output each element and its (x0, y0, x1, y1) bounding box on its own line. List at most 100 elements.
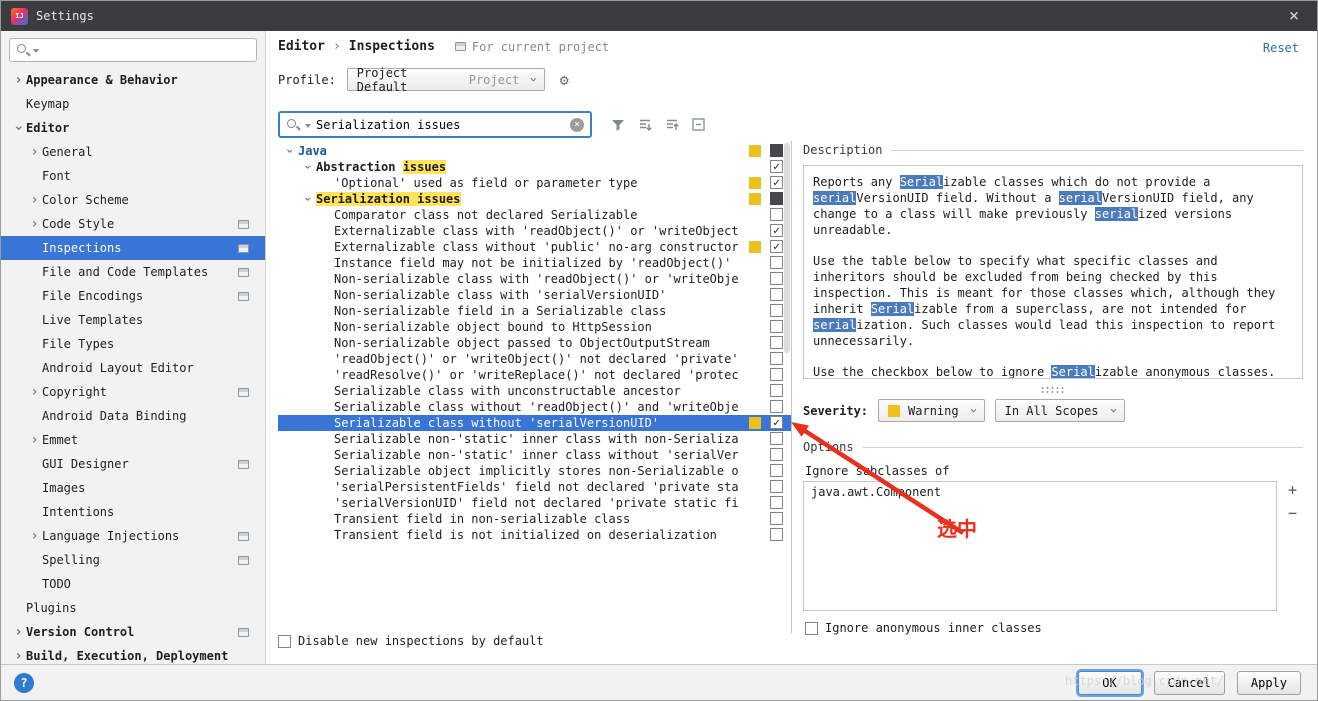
sidebar-item-file-and-code-templates[interactable]: File and Code Templates (1, 260, 265, 284)
inspection-row[interactable]: Non-serializable class with 'serialVersi… (278, 287, 791, 303)
close-icon[interactable]: × (1271, 1, 1317, 31)
sidebar-item-appearance-behavior[interactable]: ›Appearance & Behavior (1, 68, 265, 92)
chevron-right-icon[interactable]: › (27, 145, 42, 159)
inspection-checkbox[interactable] (770, 320, 783, 333)
inspection-row[interactable]: Transient field is not initialized on de… (278, 527, 791, 543)
add-class-button[interactable]: + (1284, 481, 1301, 498)
inspection-row[interactable]: Serializable class without 'serialVersio… (278, 415, 791, 431)
profile-select[interactable]: Project Default Project › (347, 68, 545, 91)
severity-select[interactable]: Warning › (878, 399, 985, 422)
inspection-row[interactable]: Non-serializable object passed to Object… (278, 335, 791, 351)
inspection-checkbox[interactable] (770, 496, 783, 509)
inspection-row[interactable]: Transient field in non-serializable clas… (278, 511, 791, 527)
inspection-row[interactable]: Non-serializable field in a Serializable… (278, 303, 791, 319)
help-button[interactable]: ? (14, 673, 34, 693)
inspection-row[interactable]: Serializable non-'static' inner class wi… (278, 431, 791, 447)
chevron-right-icon[interactable]: › (27, 385, 42, 399)
chevron-right-icon[interactable]: › (11, 625, 26, 639)
chevron-down-icon[interactable]: › (284, 143, 296, 159)
search-history-chevron-icon[interactable] (305, 124, 311, 128)
inspection-checkbox[interactable] (770, 400, 783, 413)
inspections-search[interactable]: × (278, 111, 592, 138)
profile-gear-icon[interactable]: ⚙ (560, 71, 569, 89)
chevron-right-icon[interactable]: › (27, 193, 42, 207)
chevron-down-icon[interactable]: › (302, 159, 314, 175)
disable-new-inspections-checkbox[interactable] (278, 635, 291, 648)
inspection-row[interactable]: Externalizable class without 'public' no… (278, 239, 791, 255)
inspection-checkbox[interactable] (770, 224, 783, 237)
sidebar-search[interactable] (9, 38, 257, 62)
inspection-checkbox[interactable] (770, 384, 783, 397)
sidebar-item-emmet[interactable]: ›Emmet (1, 428, 265, 452)
sidebar-item-android-data-binding[interactable]: Android Data Binding (1, 404, 265, 428)
sidebar-item-file-types[interactable]: File Types (1, 332, 265, 356)
chevron-right-icon[interactable]: › (27, 217, 42, 231)
sidebar-item-version-control[interactable]: ›Version Control (1, 620, 265, 644)
remove-class-button[interactable]: − (1284, 504, 1301, 521)
inspection-row[interactable]: 'Optional' used as field or parameter ty… (278, 175, 791, 191)
inspection-checkbox[interactable] (770, 480, 783, 493)
filter-icon[interactable] (609, 116, 626, 133)
inspection-checkbox[interactable] (770, 272, 783, 285)
breadcrumb-section[interactable]: Editor (278, 39, 325, 54)
inspection-checkbox[interactable] (770, 240, 783, 253)
inspection-row[interactable]: Non-serializable class with 'readObject(… (278, 271, 791, 287)
sidebar-item-font[interactable]: Font (1, 164, 265, 188)
inspection-checkbox[interactable] (770, 176, 783, 189)
sidebar-item-keymap[interactable]: Keymap (1, 92, 265, 116)
sidebar-item-copyright[interactable]: ›Copyright (1, 380, 265, 404)
collapse-all-icon[interactable] (663, 116, 680, 133)
sidebar-item-intentions[interactable]: Intentions (1, 500, 265, 524)
inspection-row[interactable]: 'serialVersionUID' field not declared 'p… (278, 495, 791, 511)
chevron-right-icon[interactable]: › (27, 529, 42, 543)
inspection-row[interactable]: ›Abstraction issues (278, 159, 791, 175)
inspection-row[interactable]: Comparator class not declared Serializab… (278, 207, 791, 223)
inspection-row[interactable]: 'readObject()' or 'writeObject()' not de… (278, 351, 791, 367)
inspection-row[interactable]: ›Serialization issues (278, 191, 791, 207)
inspection-row[interactable]: Serializable non-'static' inner class wi… (278, 447, 791, 463)
sidebar-item-live-templates[interactable]: Live Templates (1, 308, 265, 332)
inspection-row[interactable]: Instance field may not be initialized by… (278, 255, 791, 271)
sidebar-item-build-execution-deployment[interactable]: ›Build, Execution, Deployment (1, 644, 265, 664)
chevron-right-icon[interactable]: › (11, 73, 26, 87)
ignore-anonymous-checkbox[interactable] (805, 622, 818, 635)
inspection-checkbox[interactable] (770, 256, 783, 269)
apply-button[interactable]: Apply (1237, 671, 1301, 695)
reset-link[interactable]: Reset (1263, 41, 1299, 55)
sidebar-item-language-injections[interactable]: ›Language Injections (1, 524, 265, 548)
sidebar-item-general[interactable]: ›General (1, 140, 265, 164)
sidebar-item-editor[interactable]: ›Editor (1, 116, 265, 140)
sidebar-item-file-encodings[interactable]: File Encodings (1, 284, 265, 308)
inspection-row[interactable]: 'readResolve()' or 'writeReplace()' not … (278, 367, 791, 383)
inspection-checkbox[interactable] (770, 368, 783, 381)
chevron-down-icon[interactable]: › (12, 121, 26, 136)
sidebar-item-spelling[interactable]: Spelling (1, 548, 265, 572)
chevron-right-icon[interactable]: › (11, 649, 26, 663)
sidebar-search-input[interactable] (42, 43, 250, 57)
inspection-checkbox[interactable] (770, 208, 783, 221)
sidebar-item-code-style[interactable]: ›Code Style (1, 212, 265, 236)
ignore-subclasses-list[interactable]: java.awt.Component (803, 481, 1277, 611)
inspection-row[interactable]: Externalizable class with 'readObject()'… (278, 223, 791, 239)
inspection-checkbox[interactable] (770, 336, 783, 349)
inspection-row[interactable]: Non-serializable object bound to HttpSes… (278, 319, 791, 335)
chevron-down-icon[interactable]: › (302, 191, 314, 207)
sidebar-item-color-scheme[interactable]: ›Color Scheme (1, 188, 265, 212)
inspection-checkbox[interactable] (770, 144, 783, 157)
expand-all-icon[interactable] (636, 116, 653, 133)
inspections-search-input[interactable] (316, 118, 565, 132)
inspection-checkbox[interactable] (770, 528, 783, 541)
inspection-checkbox[interactable] (770, 448, 783, 461)
inspection-checkbox[interactable] (770, 432, 783, 445)
chevron-right-icon[interactable]: › (27, 433, 42, 447)
clear-search-icon[interactable]: × (570, 118, 584, 132)
inspection-row[interactable]: Serializable object implicitly stores no… (278, 463, 791, 479)
inspection-checkbox[interactable] (770, 192, 783, 205)
inspection-row[interactable]: Serializable class with unconstructable … (278, 383, 791, 399)
inspection-checkbox[interactable] (770, 352, 783, 365)
cancel-button[interactable]: Cancel (1154, 671, 1225, 695)
sidebar-item-android-layout-editor[interactable]: Android Layout Editor (1, 356, 265, 380)
sidebar-item-plugins[interactable]: Plugins (1, 596, 265, 620)
inspection-checkbox[interactable] (770, 512, 783, 525)
ok-button[interactable]: OK (1078, 671, 1142, 695)
